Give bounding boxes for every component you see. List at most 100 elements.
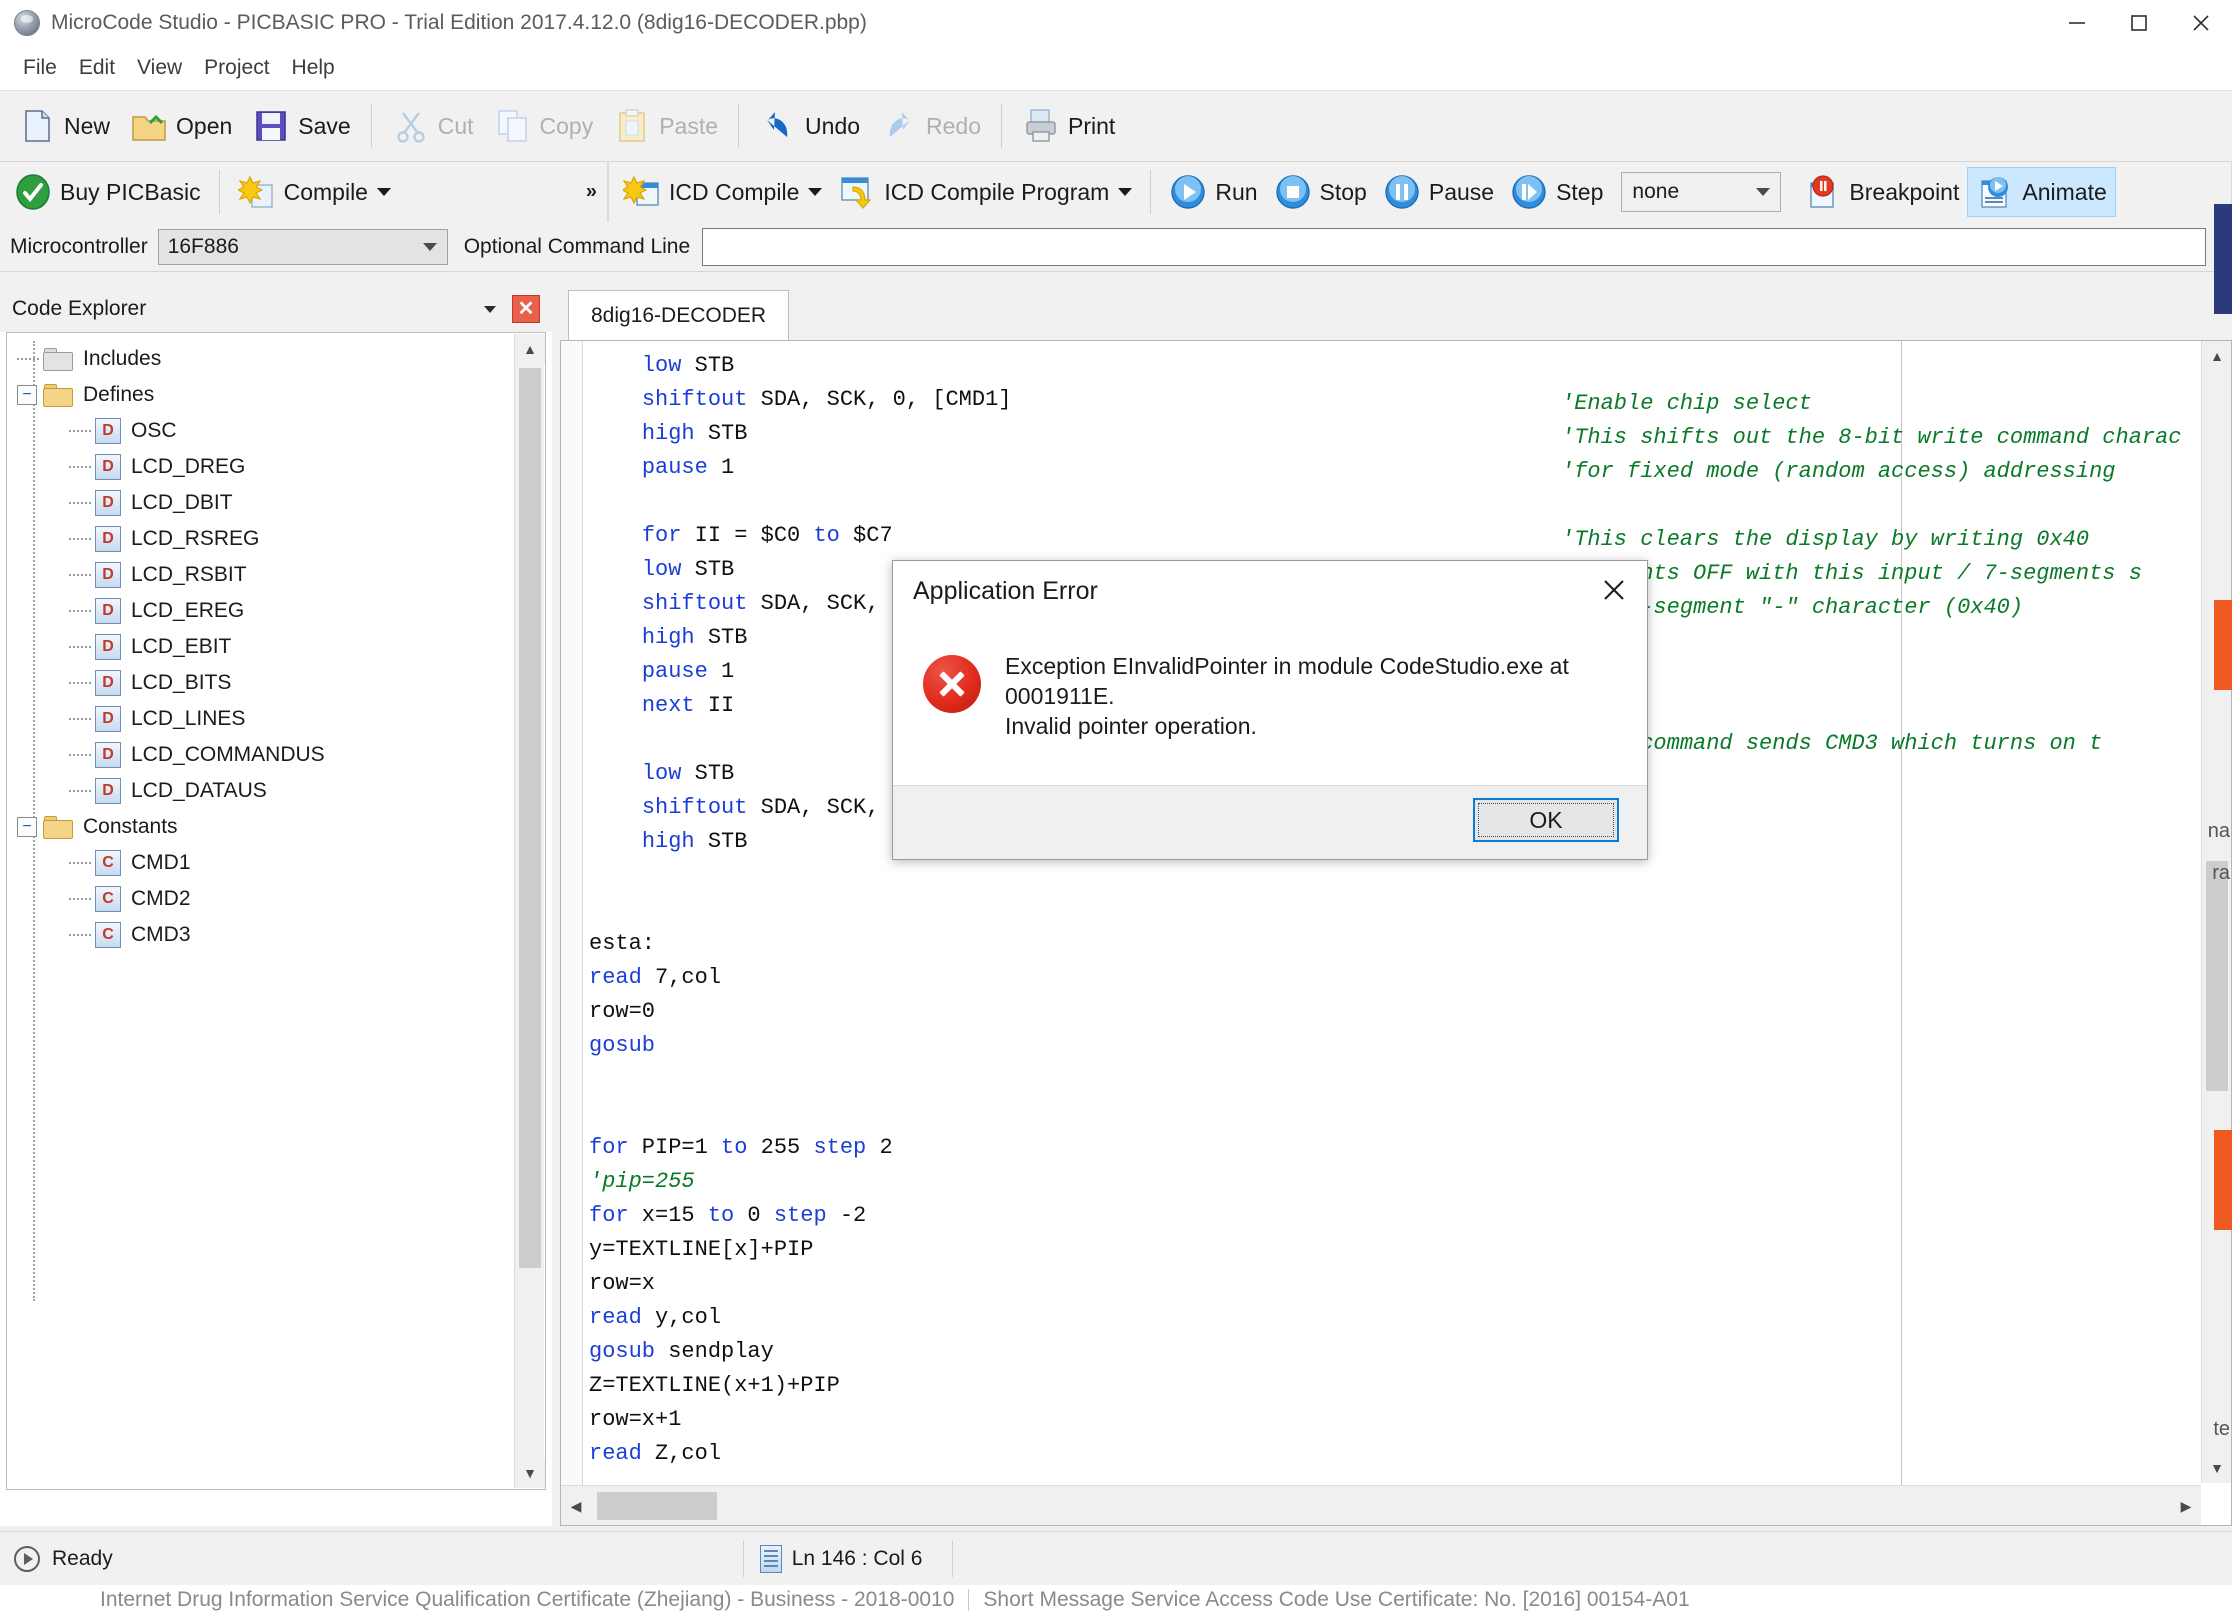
title-bar: MicroCode Studio - PICBASIC PRO - Trial … bbox=[0, 0, 2232, 46]
copy-button[interactable]: Copy bbox=[484, 98, 604, 154]
run-button[interactable]: Run bbox=[1161, 167, 1265, 217]
tree-expander-icon[interactable]: − bbox=[17, 817, 37, 837]
dialog-close-icon[interactable] bbox=[1591, 569, 1637, 611]
code-editor[interactable]: low STB shiftout SDA, SCK, 0, [CMD1] hig… bbox=[560, 340, 2232, 1526]
tree-item-cmd2[interactable]: C CMD2 bbox=[7, 881, 545, 917]
tree-expander-icon[interactable]: − bbox=[17, 385, 37, 405]
optional-command-line-input[interactable] bbox=[702, 227, 2206, 266]
breakpoint-button[interactable]: Breakpoint bbox=[1795, 167, 1967, 217]
chevron-down-icon[interactable] bbox=[484, 305, 496, 313]
stop-button[interactable]: Stop bbox=[1266, 167, 1375, 217]
tree-item-defines[interactable]: − Defines bbox=[7, 377, 545, 413]
tree-item-lcd_rsbit[interactable]: D LCD_RSBIT bbox=[7, 557, 545, 593]
open-button[interactable]: Open bbox=[120, 98, 242, 154]
chevron-down-icon[interactable] bbox=[1118, 188, 1133, 196]
tree-item-lcd_dbit[interactable]: D LCD_DBIT bbox=[7, 485, 545, 521]
save-button[interactable]: Save bbox=[242, 98, 360, 154]
tree-item-cmd3[interactable]: C CMD3 bbox=[7, 917, 545, 953]
editor-scroll-right-icon[interactable]: ▶ bbox=[2171, 1486, 2201, 1525]
code-explorer-tree[interactable]: Includes − Defines D OSC D LCD_DREG D LCD_DBIT D L… bbox=[6, 332, 546, 1490]
bottom-info-item-2: Short Message Service Access Code Use Ce… bbox=[983, 1588, 1690, 1611]
buy-picbasic-button[interactable]: Buy PICBasic bbox=[6, 167, 209, 217]
new-button[interactable]: New bbox=[8, 98, 120, 154]
step-button[interactable]: Step bbox=[1502, 167, 1611, 217]
menu-view[interactable]: View bbox=[126, 53, 193, 83]
edge-text-2: ra bbox=[2212, 862, 2230, 884]
tree-item-lcd_rsreg[interactable]: D LCD_RSREG bbox=[7, 521, 545, 557]
redo-button[interactable]: Redo bbox=[870, 98, 991, 154]
code-line: row=x+1 bbox=[589, 1407, 682, 1432]
tree-item-label: CMD1 bbox=[131, 851, 191, 874]
error-x-icon bbox=[923, 655, 981, 713]
bottom-info-bar: Internet Drug Information Service Qualif… bbox=[0, 1585, 2232, 1615]
tree-item-lcd_lines[interactable]: D LCD_LINES bbox=[7, 701, 545, 737]
edge-strip-blue bbox=[2214, 204, 2232, 314]
paste-button[interactable]: Paste bbox=[603, 98, 728, 154]
explorer-scrollbar[interactable]: ▲ ▼ bbox=[514, 334, 545, 1488]
explorer-scroll-thumb[interactable] bbox=[519, 368, 541, 1268]
editor-code-text[interactable]: low STB shiftout SDA, SCK, 0, [CMD1] hig… bbox=[589, 349, 2185, 1479]
tree-item-lcd_bits[interactable]: D LCD_BITS bbox=[7, 665, 545, 701]
tree-item-lcd_ebit[interactable]: D LCD_EBIT bbox=[7, 629, 545, 665]
pause-label: Pause bbox=[1428, 178, 1495, 205]
run-label: Run bbox=[1215, 178, 1258, 205]
line-col-icon bbox=[759, 1544, 782, 1573]
tree-item-lcd_ereg[interactable]: D LCD_EREG bbox=[7, 593, 545, 629]
menu-project[interactable]: Project bbox=[193, 53, 280, 83]
close-button[interactable] bbox=[2170, 0, 2232, 46]
define-d-icon: D bbox=[95, 742, 121, 768]
tree-item-includes[interactable]: Includes bbox=[7, 341, 545, 377]
editor-vscroll-thumb[interactable] bbox=[2206, 861, 2228, 1091]
chevron-down-icon[interactable] bbox=[376, 188, 391, 196]
tree-item-constants[interactable]: − Constants bbox=[7, 809, 545, 845]
tree-connector bbox=[69, 682, 91, 684]
scissors-icon bbox=[392, 107, 430, 145]
define-d-icon: D bbox=[95, 454, 121, 480]
print-button[interactable]: Print bbox=[1012, 98, 1125, 154]
tree-item-lcd_commandus[interactable]: D LCD_COMMANDUS bbox=[7, 737, 545, 773]
ready-icon bbox=[14, 1545, 40, 1572]
toolbar-overflow-button[interactable]: » bbox=[586, 181, 597, 204]
tree-item-label: LCD_RSBIT bbox=[131, 563, 247, 586]
tree-item-label: LCD_EREG bbox=[131, 599, 245, 622]
code-line: read y,col bbox=[589, 1305, 722, 1330]
editor-hscroll-thumb[interactable] bbox=[597, 1492, 717, 1520]
line-col-indicator[interactable]: Ln 146 : Col 6 bbox=[759, 1544, 922, 1573]
tree-item-lcd_dataus[interactable]: D LCD_DATAUS bbox=[7, 773, 545, 809]
tree-item-osc[interactable]: D OSC bbox=[7, 413, 545, 449]
animate-button[interactable]: Animate bbox=[1967, 167, 2116, 217]
microcontroller-select[interactable]: 16F886 bbox=[157, 228, 448, 265]
tree-connector bbox=[69, 502, 91, 504]
explorer-scroll-down-icon[interactable]: ▼ bbox=[515, 1458, 545, 1488]
undo-button[interactable]: Undo bbox=[749, 98, 870, 154]
microcontroller-label: Microcontroller bbox=[10, 234, 148, 258]
menu-file[interactable]: File bbox=[12, 53, 68, 83]
tree-item-cmd1[interactable]: C CMD1 bbox=[7, 845, 545, 881]
minimize-button[interactable] bbox=[2046, 0, 2108, 46]
step-target-select[interactable]: none bbox=[1621, 172, 1782, 212]
cut-button[interactable]: Cut bbox=[382, 98, 484, 154]
chevron-down-icon[interactable] bbox=[808, 188, 823, 196]
ok-button[interactable]: OK bbox=[1473, 798, 1619, 842]
editor-scroll-down-icon[interactable]: ▼ bbox=[2202, 1453, 2231, 1483]
icd-compile-button[interactable]: ICD Compile bbox=[615, 167, 830, 217]
editor-scroll-left-icon[interactable]: ◀ bbox=[561, 1486, 591, 1525]
close-icon[interactable]: ✕ bbox=[512, 295, 540, 323]
tab-8dig16-decoder[interactable]: 8dig16-DECODER bbox=[568, 290, 790, 340]
maximize-button[interactable] bbox=[2108, 0, 2170, 46]
menu-help[interactable]: Help bbox=[281, 53, 346, 83]
printer-icon bbox=[1022, 107, 1060, 145]
tree-item-lcd_dreg[interactable]: D LCD_DREG bbox=[7, 449, 545, 485]
icd-compile-program-button[interactable]: ICD Compile Program bbox=[830, 167, 1140, 217]
code-line: row=x bbox=[589, 1271, 656, 1296]
editor-horizontal-scrollbar[interactable]: ◀ ▶ bbox=[561, 1485, 2201, 1525]
editor-vertical-scrollbar[interactable]: ▲ ▼ bbox=[2201, 341, 2231, 1483]
menu-edit[interactable]: Edit bbox=[68, 53, 126, 83]
stop-label: Stop bbox=[1319, 178, 1367, 205]
explorer-scroll-up-icon[interactable]: ▲ bbox=[515, 334, 545, 364]
editor-scroll-up-icon[interactable]: ▲ bbox=[2202, 341, 2231, 371]
pause-button[interactable]: Pause bbox=[1375, 167, 1502, 217]
compile-button[interactable]: Compile bbox=[230, 167, 399, 217]
code-explorer-panel: Code Explorer ✕ Includes − Defines D OSC D LCD… bbox=[0, 286, 552, 1526]
